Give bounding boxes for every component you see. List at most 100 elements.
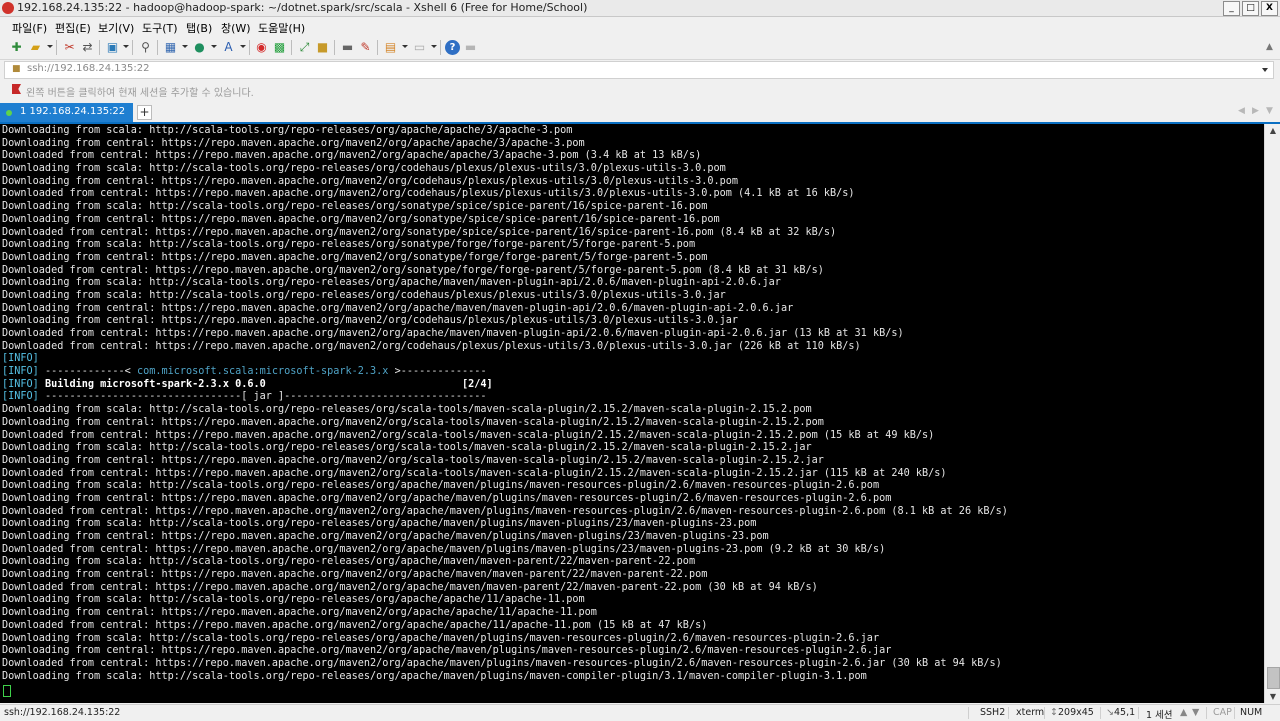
record-icon[interactable]: ◉ <box>254 40 269 55</box>
session-down-icon[interactable]: ▼ <box>1192 707 1199 718</box>
highlight-icon[interactable]: ✎ <box>358 40 373 55</box>
status-size: 209x45 <box>1058 707 1094 718</box>
tab-next-icon[interactable]: ▶ <box>1252 106 1259 116</box>
window-controls: _ □ X <box>1221 1 1278 16</box>
tab-prev-icon[interactable]: ◀ <box>1238 106 1245 116</box>
terminal-line: Downloading from central: https://repo.m… <box>2 137 585 149</box>
terminal-line: Downloading from scala: http://scala-too… <box>2 670 867 682</box>
help-icon[interactable]: ? <box>445 40 460 55</box>
toolbar: ✚ ▰ ✂ ⇄ ▣ ⚲ ▦ ● A ◉ ▩ ⤢ ■ ▬ ✎ ▤ ▭ ? ▬ ▲ <box>0 36 1280 60</box>
layout-dropdown-icon[interactable] <box>431 45 437 48</box>
minimize-button[interactable]: _ <box>1223 1 1240 16</box>
terminal-line: Downloaded from central: https://repo.ma… <box>2 505 1008 517</box>
font-dropdown-icon[interactable] <box>240 45 246 48</box>
terminal-line: Downloading from central: https://repo.m… <box>2 416 824 428</box>
scroll-down-icon[interactable]: ▼ <box>1265 690 1280 703</box>
tab-session-1[interactable]: 1 192.168.24.135:22 <box>0 103 133 122</box>
lock-icon: ■ <box>12 64 21 74</box>
flag-icon[interactable] <box>12 84 21 94</box>
script-icon[interactable]: ▤ <box>383 40 398 55</box>
toolbar-collapse-icon[interactable]: ▲ <box>1262 40 1277 55</box>
terminal-line: Downloaded from central: https://repo.ma… <box>2 543 886 555</box>
toolbar-separator <box>56 40 57 55</box>
terminal-line: Downloaded from central: https://repo.ma… <box>2 619 708 631</box>
globe-icon[interactable]: ● <box>192 40 207 55</box>
new-tab-button[interactable]: + <box>137 105 152 120</box>
address-bar[interactable]: ■ ssh://192.168.24.135:22 <box>4 61 1274 79</box>
menu-bar: 파일(F) 편집(E) 보기(V) 도구(T) 탭(B) 창(W) 도움말(H) <box>0 17 1280 36</box>
terminal-line: Downloading from central: https://repo.m… <box>2 531 769 542</box>
lock-icon[interactable]: ■ <box>315 40 330 55</box>
terminal-lines: Downloading from scala: http://scala-too… <box>2 125 1008 683</box>
menu-edit[interactable]: 편집(E) <box>55 20 91 36</box>
terminal-line: Downloaded from central: https://repo.ma… <box>2 340 861 352</box>
reconnect-icon[interactable]: ⇄ <box>80 40 95 55</box>
terminal-line: Downloading from scala: http://scala-too… <box>2 289 726 301</box>
terminal-line: Downloading from central: https://repo.m… <box>2 607 597 619</box>
maximize-button[interactable]: □ <box>1242 1 1259 16</box>
xshell-app-icon[interactable] <box>2 2 14 14</box>
font-icon[interactable]: A <box>221 40 236 55</box>
tab-label: 1 192.168.24.135:22 <box>20 106 126 117</box>
terminal-line: [INFO] <box>2 353 39 365</box>
menu-tab[interactable]: 탭(B) <box>186 20 212 36</box>
new-window-dropdown-icon[interactable] <box>123 45 129 48</box>
status-separator <box>1008 707 1009 719</box>
terminal-line: Downloaded from central: https://repo.ma… <box>2 188 855 200</box>
tab-list-icon[interactable]: ▼ <box>1266 106 1273 116</box>
toolbar-separator <box>440 40 441 55</box>
keyboard-icon[interactable]: ▬ <box>340 40 355 55</box>
globe-dropdown-icon[interactable] <box>211 45 217 48</box>
close-button[interactable]: X <box>1261 1 1278 16</box>
menu-view[interactable]: 보기(V) <box>98 20 134 36</box>
new-window-icon[interactable]: ▣ <box>105 40 120 55</box>
terminal-output[interactable]: Downloading from scala: http://scala-too… <box>0 124 1264 703</box>
terminal-line: Downloaded from central: https://repo.ma… <box>2 657 1002 669</box>
terminal-line: Downloading from scala: http://scala-too… <box>2 163 726 175</box>
terminal-line: Downloaded from central: https://repo.ma… <box>2 328 904 339</box>
menu-help[interactable]: 도움말(H) <box>258 20 305 36</box>
toolbar-separator <box>99 40 100 55</box>
scrollbar-thumb[interactable] <box>1267 667 1280 689</box>
open-folder-icon[interactable]: ▰ <box>28 40 43 55</box>
terminal-line: Downloading from scala: http://scala-too… <box>2 201 708 213</box>
script-dropdown-icon[interactable] <box>402 45 408 48</box>
properties-dropdown-icon[interactable] <box>182 45 188 48</box>
address-input[interactable]: ssh://192.168.24.135:22 <box>27 63 149 74</box>
find-icon[interactable]: ⚲ <box>138 40 153 55</box>
status-separator <box>1234 707 1235 719</box>
properties-icon[interactable]: ▦ <box>163 40 178 55</box>
terminal-line: Downloading from scala: http://scala-too… <box>2 518 757 530</box>
menu-file[interactable]: 파일(F) <box>12 20 47 36</box>
session-hint-bar: 왼쪽 버튼을 클릭하여 현재 세션을 추가할 수 있습니다. <box>0 80 1280 100</box>
terminal-line: Downloading from scala: http://scala-too… <box>2 239 696 251</box>
menu-window[interactable]: 창(W) <box>221 20 251 36</box>
status-num: NUM <box>1240 707 1263 718</box>
scroll-up-icon[interactable]: ▲ <box>1265 124 1280 137</box>
terminal-line: Downloading from central: https://repo.m… <box>2 454 824 466</box>
cursor-pos-icon: ↘ <box>1106 707 1114 718</box>
menu-tools[interactable]: 도구(T) <box>142 20 178 36</box>
session-hint-text: 왼쪽 버튼을 클릭하여 현재 세션을 추가할 수 있습니다. <box>26 88 254 99</box>
toolbar-separator <box>291 40 292 55</box>
size-icon: ↕ <box>1050 707 1058 718</box>
terminal-line: Downloading from scala: http://scala-too… <box>2 125 573 136</box>
terminal-line: Downloading from scala: http://scala-too… <box>2 442 812 454</box>
layout-icon[interactable]: ▭ <box>412 40 427 55</box>
connected-status-icon <box>6 110 12 116</box>
status-caps: CAP <box>1213 707 1232 718</box>
new-session-icon[interactable]: ✚ <box>9 40 24 55</box>
fullscreen-icon[interactable]: ⤢ <box>297 40 312 55</box>
terminal-cursor <box>3 685 11 697</box>
terminal-scrollbar[interactable]: ▲ ▼ <box>1264 124 1280 703</box>
xftp-icon[interactable]: ▩ <box>272 40 287 55</box>
session-up-icon[interactable]: ▲ <box>1180 707 1187 718</box>
chat-icon[interactable]: ▬ <box>463 40 478 55</box>
open-dropdown-icon[interactable] <box>47 45 53 48</box>
status-protocol: SSH2 <box>980 707 1006 718</box>
address-dropdown-icon[interactable] <box>1262 68 1268 72</box>
terminal-line: Downloading from scala: http://scala-too… <box>2 480 880 492</box>
disconnect-icon[interactable]: ✂ <box>62 40 77 55</box>
terminal-line: [INFO] -------------< com.microsoft.scal… <box>2 366 487 378</box>
terminal-line: Downloading from central: https://repo.m… <box>2 569 708 581</box>
